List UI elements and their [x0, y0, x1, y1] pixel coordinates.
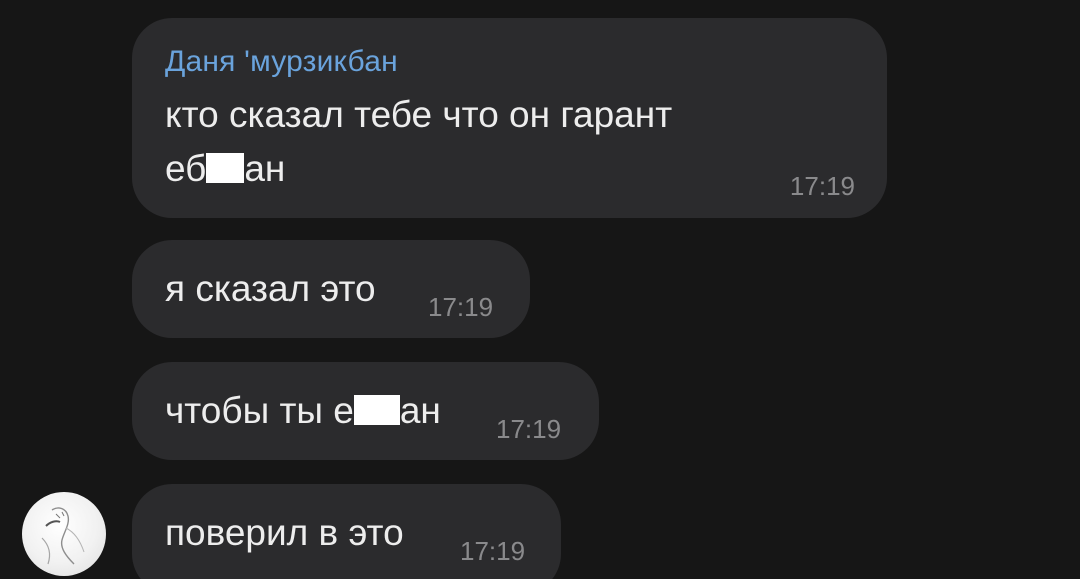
message-timestamp: 17:19 [789, 171, 855, 201]
message-text: я сказал это [165, 268, 376, 309]
avatar-sketch-icon [41, 507, 85, 565]
message-text-part: ан [244, 148, 286, 189]
censor-box [353, 395, 400, 425]
user-avatar[interactable] [22, 492, 106, 576]
message-text: кто сказал тебе что он гарант еб ан [165, 88, 672, 196]
message-bubble[interactable]: поверил в это 17:19 [132, 484, 561, 579]
message-bubble[interactable]: чтобы ты е ан 17:19 [132, 362, 599, 460]
message-timestamp: 17:19 [460, 536, 526, 566]
chat-area: Даня 'мурзикбан кто сказал тебе что он г… [0, 0, 1080, 579]
message-line: еб ан [165, 142, 672, 196]
message-text-part: чтобы ты е [165, 390, 354, 431]
sender-name[interactable]: Даня 'мурзикбан [165, 45, 398, 79]
message-timestamp: 17:19 [496, 414, 562, 444]
message-bubble[interactable]: Даня 'мурзикбан кто сказал тебе что он г… [132, 18, 887, 218]
message-text: чтобы ты е ан [165, 384, 441, 438]
message-timestamp: 17:19 [428, 292, 494, 322]
message-text: поверил в это [165, 512, 404, 553]
message-text-part: еб [165, 148, 207, 189]
message-text-part: ан [399, 390, 441, 431]
message-bubble[interactable]: я сказал это 17:19 [132, 240, 530, 338]
message-line: кто сказал тебе что он гарант [165, 94, 673, 135]
censor-box [206, 153, 245, 183]
